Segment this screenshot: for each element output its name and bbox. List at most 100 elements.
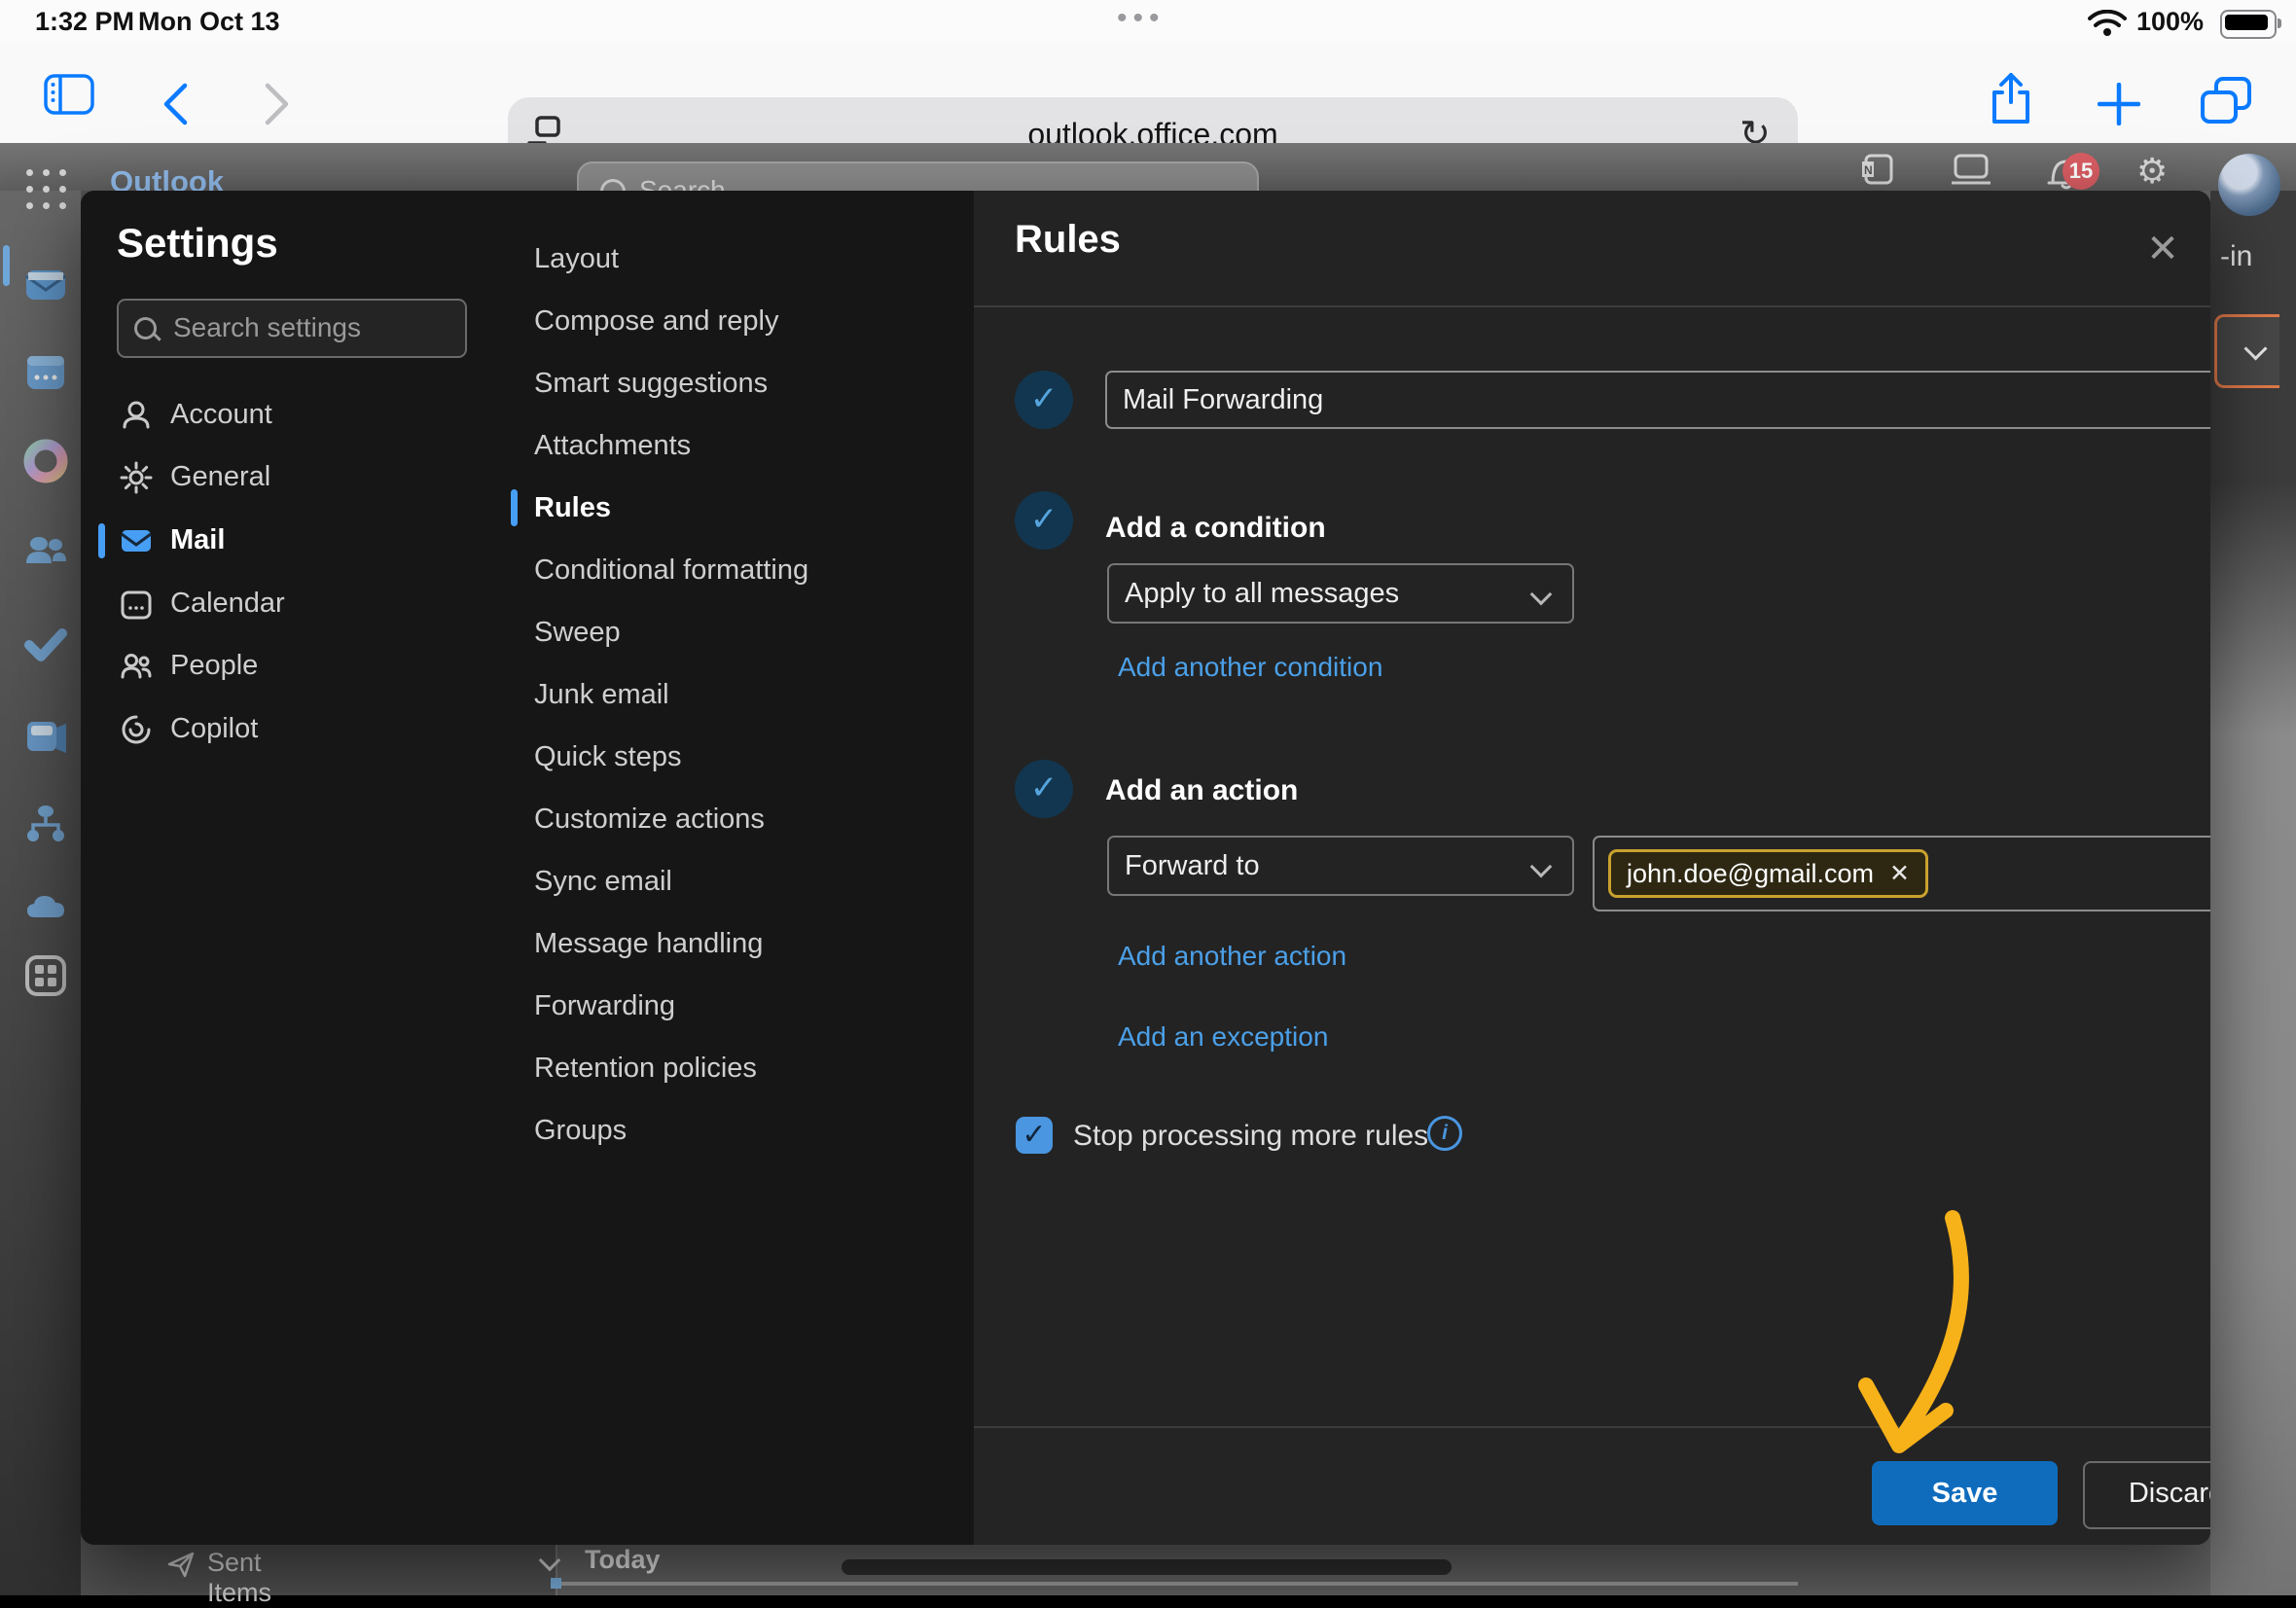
mail-icon	[120, 524, 153, 557]
calendar-icon	[120, 588, 153, 621]
status-time: 1:32 PM	[35, 7, 134, 37]
section-sync-email[interactable]: Sync email	[505, 850, 974, 912]
rail-copilot-icon[interactable]	[23, 439, 68, 483]
devices-icon[interactable]	[1952, 154, 1991, 189]
selected-indicator	[511, 489, 518, 526]
recipient-input[interactable]: john.doe@gmail.com ✕	[1593, 836, 2210, 911]
rule-name-value: Mail Forwarding	[1123, 384, 1323, 416]
settings-search-input[interactable]: Search settings	[117, 299, 467, 358]
condition-check-icon: ✓	[1015, 491, 1073, 550]
condition-dropdown[interactable]: Apply to all messages	[1107, 563, 1574, 624]
discard-button[interactable]: Discard	[2083, 1461, 2210, 1529]
horizontal-scrollbar[interactable]	[842, 1559, 1452, 1575]
section-layout[interactable]: Layout	[505, 228, 974, 290]
settings-dialog: Settings Search settings Account General…	[81, 191, 2210, 1545]
stop-processing-checkbox[interactable]: ✓	[1016, 1117, 1053, 1154]
partial-label: -in	[2220, 240, 2252, 273]
chevron-down-icon	[2243, 337, 2267, 360]
share-icon[interactable]	[1989, 71, 2033, 125]
action-section-title: Add an action	[1105, 774, 1298, 807]
app-launcher-icon[interactable]	[26, 169, 69, 212]
action-dropdown[interactable]: Forward to	[1107, 836, 1574, 896]
search-icon	[134, 317, 157, 339]
tabs-icon[interactable]	[2201, 77, 2251, 125]
condition-section-title: Add a condition	[1105, 512, 1326, 545]
add-another-condition-link[interactable]: Add another condition	[1118, 652, 1382, 683]
today-label: Today	[585, 1545, 661, 1574]
list-group-header[interactable]: Today	[585, 1545, 661, 1575]
close-icon[interactable]: ✕	[2137, 224, 2188, 274]
section-conditional-formatting[interactable]: Conditional formatting	[505, 539, 974, 601]
selected-indicator	[98, 523, 105, 558]
rules-panel: Rules ✕ ✓ Mail Forwarding ✓ Add a condit…	[974, 191, 2210, 1545]
people-icon	[120, 650, 153, 683]
forward-icon[interactable]	[263, 83, 292, 125]
background-dropdown-focused	[2214, 314, 2279, 388]
section-smart-suggestions[interactable]: Smart suggestions	[505, 352, 974, 414]
section-junk-email[interactable]: Junk email	[505, 663, 974, 726]
chevron-down-icon	[1530, 856, 1553, 878]
rules-header: Rules ✕	[974, 191, 2210, 307]
rail-selected-indicator	[3, 245, 10, 286]
person-icon	[120, 399, 153, 432]
settings-gear-icon[interactable]: ⚙	[2136, 151, 2168, 192]
selection-fragment	[551, 1578, 561, 1589]
safari-toolbar: outlook.office.com ↻	[0, 44, 2296, 144]
back-icon[interactable]	[161, 83, 190, 125]
gear-icon	[120, 461, 153, 494]
section-quick-steps[interactable]: Quick steps	[505, 726, 974, 788]
rail-people-icon[interactable]	[23, 530, 68, 575]
action-check-icon: ✓	[1015, 760, 1073, 818]
sidebar-item-mail[interactable]: Mail	[81, 510, 505, 572]
sidebar-item-account[interactable]: Account	[81, 384, 505, 447]
add-another-action-link[interactable]: Add another action	[1118, 941, 1346, 972]
section-groups[interactable]: Groups	[505, 1099, 974, 1161]
section-compose-and-reply[interactable]: Compose and reply	[505, 290, 974, 352]
battery-icon	[2220, 10, 2277, 39]
section-rules[interactable]: Rules	[505, 477, 974, 539]
settings-search-placeholder: Search settings	[173, 312, 361, 343]
avatar[interactable]	[2218, 154, 2280, 216]
rail-mail-icon[interactable]	[23, 263, 68, 307]
section-attachments[interactable]: Attachments	[505, 414, 974, 477]
section-forwarding[interactable]: Forwarding	[505, 975, 974, 1037]
chip-remove-icon[interactable]: ✕	[1889, 859, 1910, 888]
sidebar-item-copilot[interactable]: Copilot	[81, 698, 505, 761]
rail-todo-icon[interactable]	[23, 622, 68, 666]
battery-percent: 100%	[2136, 7, 2204, 37]
settings-left-panel: Settings Search settings Account General…	[81, 191, 506, 1545]
reading-pane-sliver	[2210, 191, 2296, 1595]
rules-footer: Save Discard	[974, 1426, 2210, 1545]
recipient-chip[interactable]: john.doe@gmail.com ✕	[1608, 849, 1928, 898]
add-an-exception-link[interactable]: Add an exception	[1118, 1021, 1328, 1053]
sidebar-item-people[interactable]: People	[81, 635, 505, 697]
info-icon[interactable]: i	[1427, 1116, 1462, 1151]
onenote-feed-icon[interactable]: N	[1860, 154, 1893, 189]
section-customize-actions[interactable]: Customize actions	[505, 788, 974, 850]
sidebar-icon[interactable]	[44, 74, 94, 115]
sent-items-label: Sent Items	[207, 1548, 271, 1608]
scroll-track	[556, 1582, 1798, 1586]
mail-sections-panel: Layout Compose and reply Smart suggestio…	[505, 191, 975, 1545]
copilot-icon	[120, 713, 153, 746]
settings-title: Settings	[117, 220, 278, 267]
rail-org-chart-icon[interactable]	[23, 802, 68, 846]
save-button[interactable]: Save	[1872, 1461, 2058, 1525]
rule-name-input[interactable]: Mail Forwarding	[1105, 371, 2210, 429]
rail-calendar-icon[interactable]	[23, 350, 68, 395]
sidebar-item-general[interactable]: General	[81, 447, 505, 509]
send-icon	[166, 1550, 196, 1579]
rail-onedrive-icon[interactable]	[23, 886, 68, 931]
rail-clipchamp-icon[interactable]	[23, 714, 68, 759]
wifi-icon	[2088, 10, 2127, 37]
stop-processing-label: Stop processing more rules	[1073, 1120, 1428, 1153]
rail-app-grid-icon[interactable]	[23, 953, 68, 998]
chevron-down-icon	[1530, 584, 1553, 606]
section-message-handling[interactable]: Message handling	[505, 912, 974, 975]
sidebar-item-calendar[interactable]: Calendar	[81, 573, 505, 635]
section-sweep[interactable]: Sweep	[505, 601, 974, 663]
section-retention-policies[interactable]: Retention policies	[505, 1037, 974, 1099]
new-tab-icon[interactable]	[2098, 83, 2140, 125]
multitasking-dots-icon[interactable]: •••	[1117, 2, 1166, 35]
rules-title: Rules	[1015, 218, 1121, 262]
